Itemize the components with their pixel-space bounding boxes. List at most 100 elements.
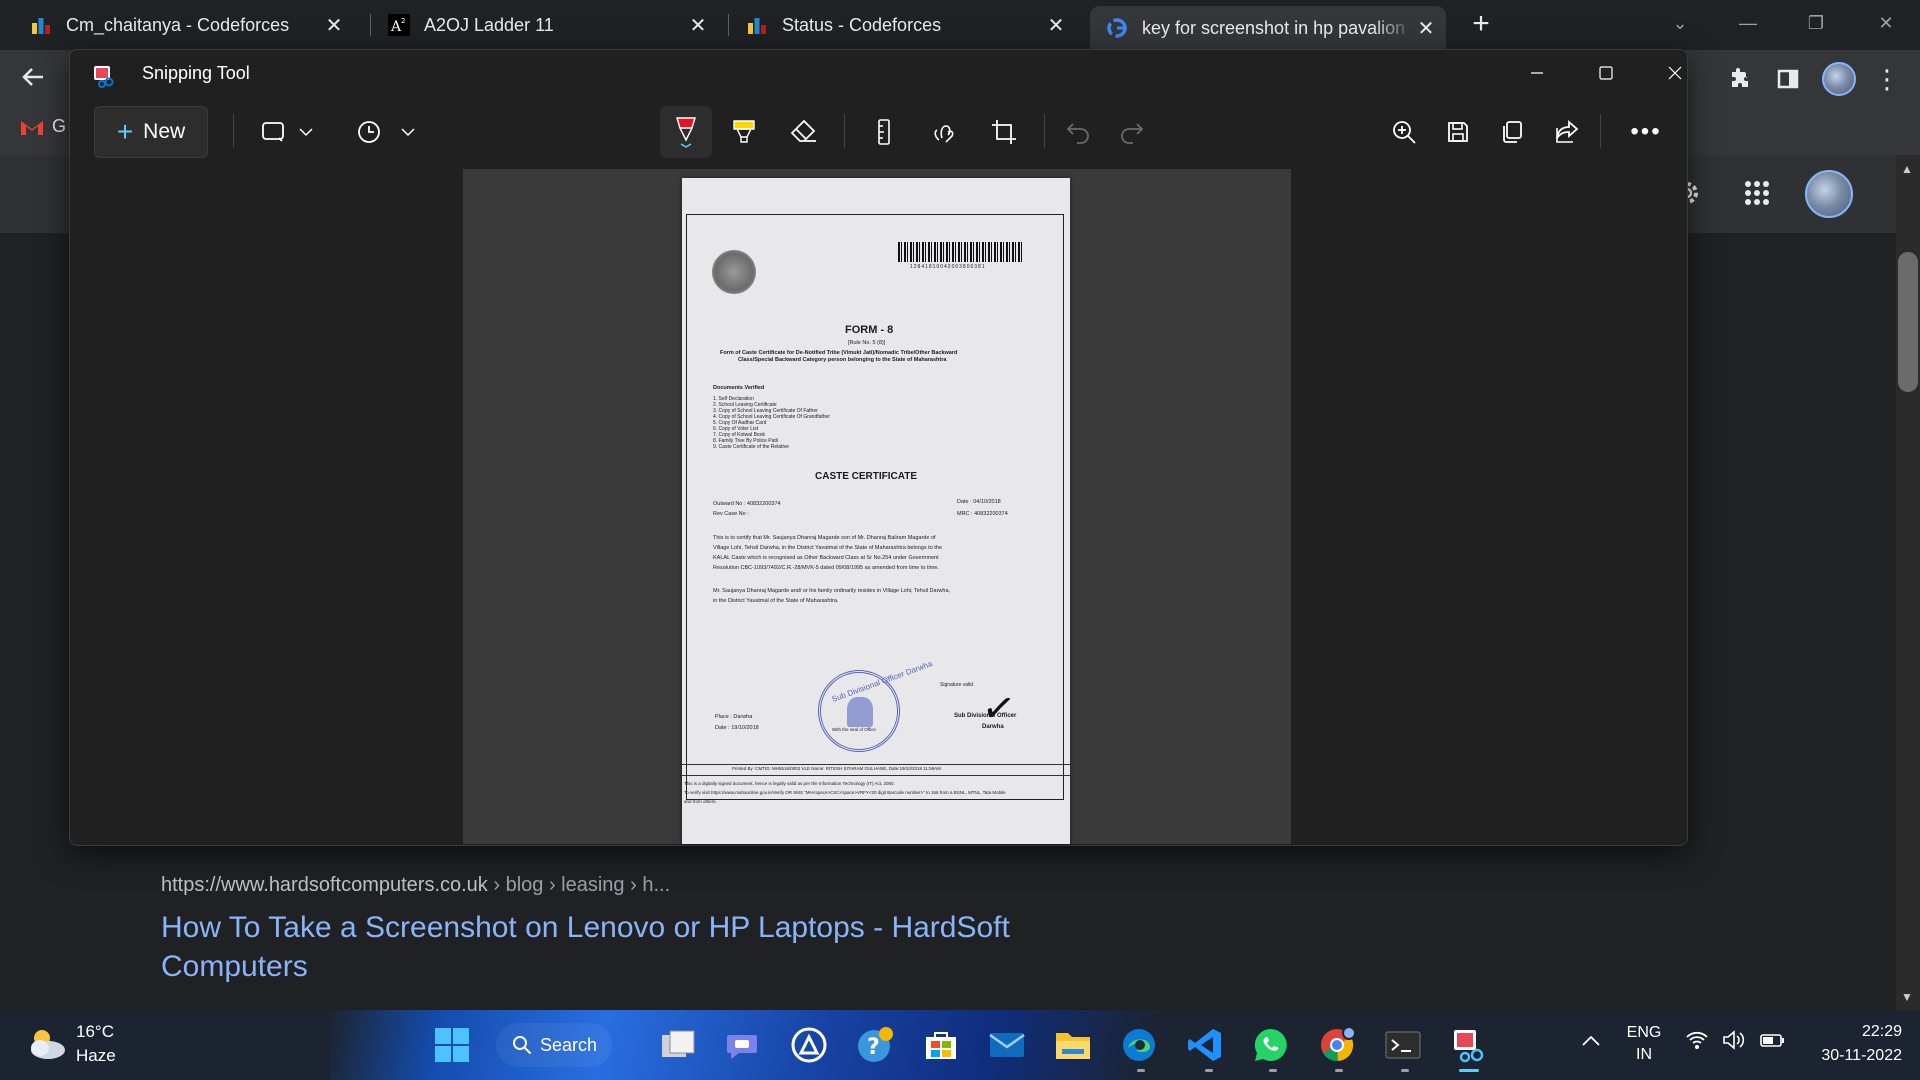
certificate-body-line: Resolution CBC-1093/7492/C.R.-28/MVK-5 d… [713, 565, 939, 571]
system-tray[interactable] [1686, 1030, 1786, 1050]
certificate-heading: CASTE CERTIFICATE [815, 471, 918, 482]
save-icon[interactable] [1434, 108, 1482, 156]
profile-avatar[interactable] [1822, 62, 1856, 96]
close-icon[interactable] [1650, 56, 1687, 90]
new-snip-button[interactable]: + New [94, 106, 208, 158]
extensions-icon[interactable] [1723, 62, 1757, 96]
weather-condition: Haze [76, 1046, 116, 1065]
crop-icon[interactable] [980, 108, 1028, 156]
edge-icon[interactable] [1116, 1022, 1162, 1068]
tab-codeforces-profile[interactable]: Cm_chaitanya - Codeforces ✕ [14, 8, 354, 42]
caste-certificate-image[interactable]: 12841810042003800381 FORM - 8 [Rule No. … [682, 178, 1070, 844]
search-result-title-link[interactable]: How To Take a Screenshot on Lenovo or HP… [161, 908, 1061, 986]
toolbar-divider [1044, 114, 1045, 148]
close-tab-icon[interactable]: ✕ [322, 13, 346, 37]
close-icon[interactable]: ✕ [1866, 6, 1906, 40]
side-panel-icon[interactable] [1771, 62, 1805, 96]
delay-timer-icon[interactable] [345, 108, 393, 156]
task-view-icon[interactable] [655, 1022, 701, 1068]
result-domain: https://www.hardsoftcomputers.co.uk [161, 874, 488, 896]
toolbar-divider [1600, 114, 1601, 148]
start-icon[interactable] [429, 1022, 475, 1068]
chrome-icon[interactable] [1314, 1022, 1360, 1068]
copy-icon[interactable] [1488, 108, 1536, 156]
form-intro-line: Class/Special Backward Category person b… [738, 357, 947, 363]
chevron-up-icon[interactable] [1582, 1030, 1600, 1053]
search-result-url[interactable]: https://www.hardsoftcomputers.co.uk › bl… [161, 874, 670, 897]
highlighter-icon[interactable] [720, 108, 768, 156]
zoom-in-icon[interactable] [1380, 108, 1428, 156]
mail-icon[interactable] [984, 1022, 1030, 1068]
tab-codeforces-status[interactable]: Status - Codeforces ✕ [730, 8, 1076, 42]
google-icon [1106, 17, 1128, 39]
form-rule: [Rule No. 5 (8)] [848, 340, 886, 346]
close-tab-icon[interactable]: ✕ [1414, 16, 1438, 40]
snipping-tool-icon[interactable] [1446, 1022, 1492, 1068]
terminal-icon[interactable] [1380, 1022, 1426, 1068]
taskbar-search[interactable]: Search [496, 1023, 612, 1067]
residence-line: Mr. Saujanya Dhanraj Magarde and/ or his… [713, 588, 951, 594]
outward-number: Outward No : 40832200374 [713, 501, 781, 507]
place-line: Place : Darwha [715, 714, 753, 720]
whatsapp-icon[interactable] [1248, 1022, 1294, 1068]
chevron-down-icon[interactable] [290, 108, 322, 156]
undo-icon[interactable] [1054, 108, 1102, 156]
weather-widget[interactable]: 16°C Haze [26, 1020, 146, 1074]
seal-note: With the seal of Office [832, 727, 876, 732]
maximize-icon[interactable] [1581, 56, 1631, 90]
mrc-number: MRC : 40832200374 [957, 511, 1008, 517]
a2oj-icon: A2 [388, 14, 410, 36]
file-explorer-icon[interactable] [1050, 1022, 1096, 1068]
sign-date-line: Date : 19/10/2018 [715, 725, 759, 731]
vscode-icon[interactable] [1182, 1022, 1228, 1068]
store-icon[interactable] [918, 1022, 964, 1068]
app-circle-icon[interactable] [786, 1022, 832, 1068]
tab-title: key for screenshot in hp pavalion [1142, 17, 1406, 38]
share-icon[interactable] [1542, 108, 1590, 156]
help-icon[interactable]: ? [852, 1022, 898, 1068]
minimize-icon[interactable]: — [1728, 6, 1768, 40]
close-tab-icon[interactable]: ✕ [686, 13, 710, 37]
tab-search-icon[interactable]: ⌄ [1660, 6, 1700, 40]
clock-date: 30-11-2022 [1821, 1047, 1902, 1064]
eraser-icon[interactable] [780, 108, 828, 156]
back-arrow-icon[interactable] [18, 62, 50, 94]
tab-a2oj-ladder[interactable]: A2 A2OJ Ladder 11 ✕ [372, 8, 718, 42]
new-label: New [143, 120, 186, 143]
bookmark-gmail[interactable]: G [20, 116, 66, 137]
printed-by-line: Printed By :CMTID: MH5516/0002 VLE Name:… [732, 766, 941, 771]
restore-icon[interactable]: ❐ [1796, 6, 1836, 40]
more-icon[interactable]: ••• [1622, 108, 1670, 156]
svg-text:2: 2 [401, 17, 405, 25]
toolbar-divider [844, 114, 845, 148]
page-scrollbar-thumb[interactable] [1898, 252, 1918, 392]
tab-google-search[interactable]: key for screenshot in hp pavalion ✕ [1090, 6, 1446, 50]
codeforces-icon [746, 14, 768, 36]
official-stamp-icon: Sub Divisional Officer Darwha [818, 659, 933, 752]
language-indicator[interactable]: ENG IN [1623, 1022, 1665, 1066]
new-tab-button[interactable]: + [1466, 9, 1496, 40]
barcode-icon [898, 242, 1024, 262]
touch-writing-icon[interactable] [920, 108, 968, 156]
redo-icon[interactable] [1108, 108, 1156, 156]
teams-chat-icon[interactable] [720, 1022, 766, 1068]
google-apps-icon[interactable] [1740, 176, 1774, 210]
taskbar-clock[interactable]: 22:29 30-11-2022 [1790, 1020, 1902, 1068]
cloudy-weather-icon [31, 1030, 65, 1059]
ballpoint-pen-icon[interactable] [660, 106, 712, 158]
scroll-down-icon[interactable]: ▼ [1901, 990, 1913, 1004]
residence-line: in the District Yavatmal of the State of… [713, 598, 839, 604]
chrome-menu-icon[interactable]: ⋮ [1870, 62, 1904, 96]
minimize-icon[interactable] [1512, 56, 1562, 90]
close-tab-icon[interactable]: ✕ [1044, 13, 1068, 37]
signature-valid-label: Signature valid [940, 682, 974, 688]
scroll-up-icon[interactable]: ▲ [1901, 162, 1913, 176]
google-account-avatar[interactable] [1805, 170, 1853, 218]
ruler-icon[interactable] [860, 108, 908, 156]
document-item: 9. Caste Certificate of the Relative [713, 444, 789, 450]
chevron-down-icon[interactable] [392, 108, 424, 156]
volume-icon [1723, 1030, 1745, 1050]
footer-line: To verify visit https://www.mahaonline.g… [684, 790, 1006, 795]
region-code: IN [1636, 1046, 1652, 1063]
running-indicator [1401, 1069, 1409, 1072]
